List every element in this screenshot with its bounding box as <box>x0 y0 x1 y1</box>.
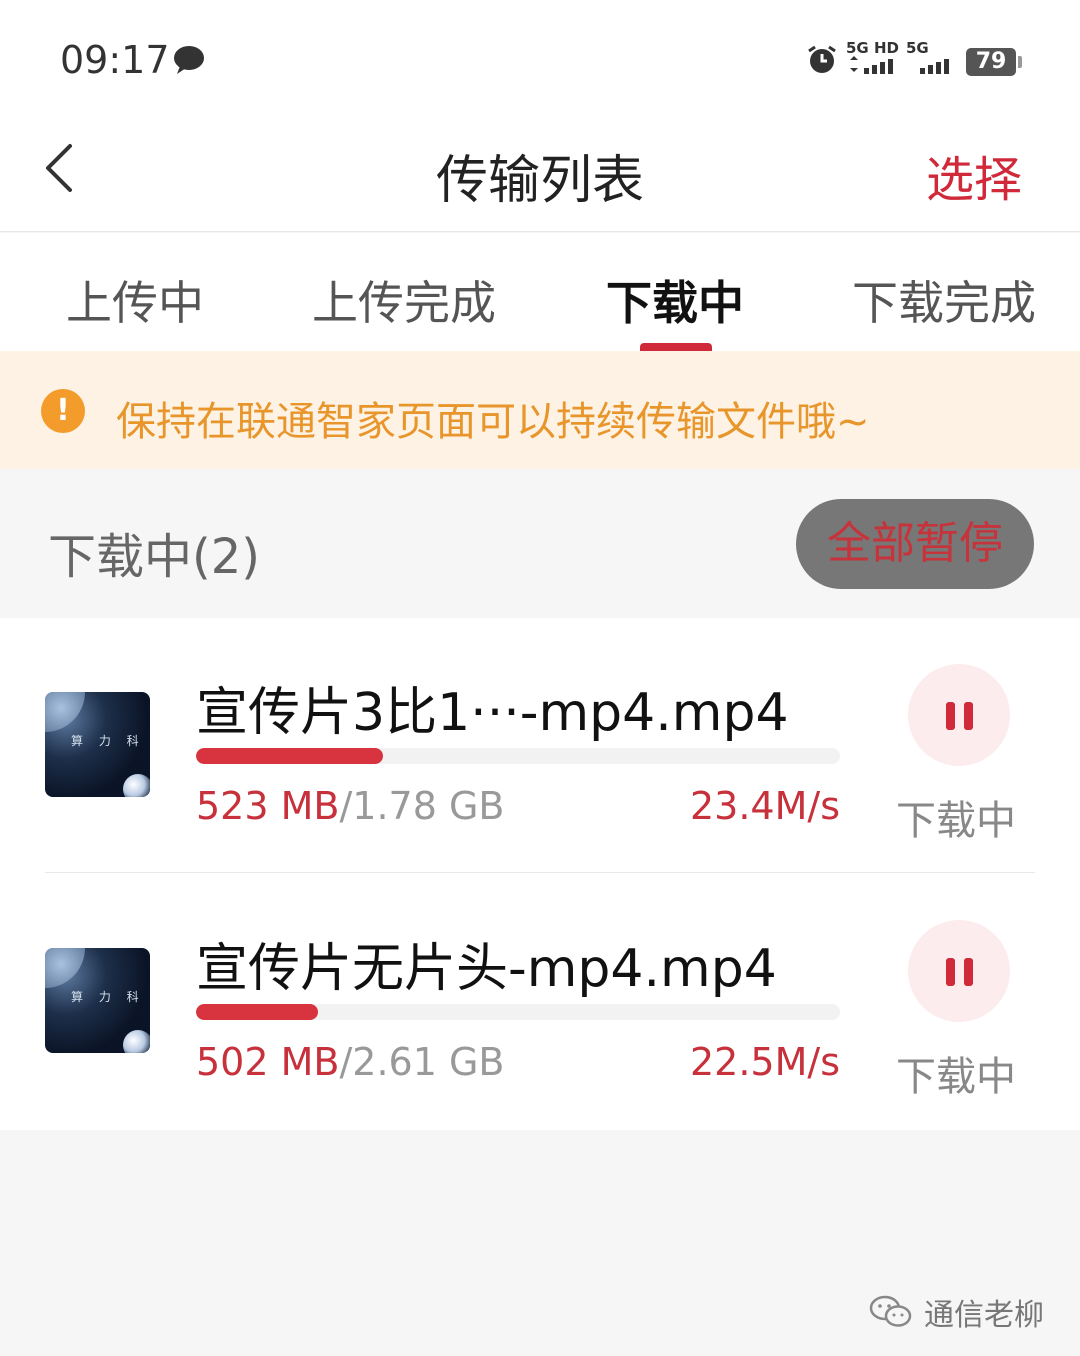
network-label: 5G <box>906 39 929 57</box>
download-status: 下载中 <box>896 798 1016 844</box>
progress-bar <box>196 748 840 764</box>
divider <box>45 872 1035 873</box>
alarm-icon <box>808 45 836 73</box>
select-button[interactable]: 选择 <box>926 140 1022 210</box>
total-size: /2.61 GB <box>339 1040 505 1084</box>
network-label: 5G HD <box>846 39 899 57</box>
download-list: 算 力 科 宣传片3比1···-mp4.mp4 523 MB/1.78 GB 2… <box>0 618 1080 1130</box>
tab-download-complete[interactable]: 下载完成 <box>852 267 1036 333</box>
notice-banner: ! 保持在联通智家页面可以持续传输文件哦~ <box>0 351 1080 469</box>
wechat-icon <box>869 1295 912 1327</box>
progress-fill <box>196 1004 319 1020</box>
tab-uploading[interactable]: 上传中 <box>66 267 204 333</box>
progress-bar <box>196 1004 840 1020</box>
downloaded-size: 502 MB <box>196 1040 340 1084</box>
page-title: 传输列表 <box>435 151 644 211</box>
video-thumbnail: 算 力 科 <box>45 692 150 797</box>
pause-icon <box>946 958 955 986</box>
battery-indicator: 79 <box>966 48 1022 76</box>
thumbnail-text: 算 力 科 <box>71 734 145 748</box>
pause-icon <box>946 702 955 730</box>
thumbnail-text: 算 力 科 <box>71 990 145 1004</box>
notice-text: 保持在联通智家页面可以持续传输文件哦~ <box>116 399 870 445</box>
active-tab-indicator <box>640 343 712 351</box>
watermark-text: 通信老柳 <box>924 1298 1044 1333</box>
download-item[interactable]: 算 力 科 宣传片3比1···-mp4.mp4 523 MB/1.78 GB 2… <box>0 618 1080 874</box>
total-size: /1.78 GB <box>339 784 505 828</box>
download-status: 下载中 <box>896 1054 1016 1100</box>
tab-downloading[interactable]: 下载中 <box>606 267 744 333</box>
download-item[interactable]: 算 力 科 宣传片无片头-mp4.mp4 502 MB/2.61 GB 22.5… <box>0 874 1080 1130</box>
signal-icon: 5G <box>906 40 958 80</box>
message-bubble-icon <box>174 46 204 74</box>
download-speed: 22.5M/s <box>690 1040 840 1084</box>
watermark: 通信老柳 <box>868 1290 1044 1334</box>
exclamation-icon: ! <box>41 389 85 433</box>
signal-icon: 5G HD <box>846 40 899 80</box>
pause-button[interactable] <box>908 920 1010 1022</box>
file-name: 宣传片3比1···-mp4.mp4 <box>196 683 789 743</box>
section-header: 下载中(2) 全部暂停 <box>0 469 1080 617</box>
pause-button[interactable] <box>908 664 1010 766</box>
file-name: 宣传片无片头-mp4.mp4 <box>196 939 777 999</box>
section-title: 下载中(2) <box>48 529 260 585</box>
title-bar: 传输列表 选择 <box>0 120 1080 232</box>
status-time: 09:17 <box>60 38 170 82</box>
tab-upload-complete[interactable]: 上传完成 <box>312 267 496 333</box>
download-size: 502 MB/2.61 GB <box>196 1040 504 1084</box>
download-size: 523 MB/1.78 GB <box>196 784 504 828</box>
status-bar: 09:17 5G HD 5G 79 <box>0 0 1080 120</box>
downloaded-size: 523 MB <box>196 784 340 828</box>
progress-fill <box>196 748 383 764</box>
pause-all-button[interactable]: 全部暂停 <box>796 499 1034 589</box>
video-thumbnail: 算 力 科 <box>45 948 150 1053</box>
download-speed: 23.4M/s <box>690 784 840 828</box>
tab-bar: 上传中 上传完成 下载中 下载完成 <box>0 233 1080 351</box>
